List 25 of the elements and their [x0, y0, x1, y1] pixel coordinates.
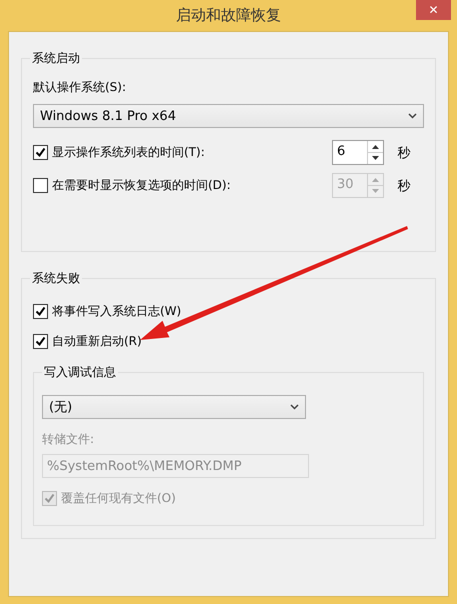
unit-label: 秒: [396, 178, 412, 194]
field-label: 转储文件:: [42, 431, 96, 448]
field-label: 默认操作系统(S):: [33, 79, 128, 96]
number-spinner[interactable]: 6: [332, 140, 384, 165]
os-dropdown[interactable]: Windows 8.1 Pro x64: [33, 104, 424, 128]
group-title: 写入调试信息: [42, 364, 118, 381]
checkbox-label: 覆盖任何现有文件(O): [61, 490, 176, 507]
checkbox-label: 显示操作系统列表的时间(T):: [52, 144, 205, 161]
checkmark-icon: [44, 493, 55, 504]
window-title: 启动和故障恢复: [176, 6, 281, 25]
unit-label: 秒: [396, 144, 412, 162]
checkbox[interactable]: [33, 145, 48, 160]
checkmark-icon: [35, 306, 46, 317]
checkbox-label: 在需要时显示恢复选项的时间(D):: [52, 177, 231, 194]
checkmark-icon: [35, 147, 46, 158]
checkbox-label: 自动重新启动(R): [52, 333, 142, 350]
group-title: 系统失败: [30, 270, 82, 287]
checkmark-icon: [35, 336, 46, 347]
checkbox-label: 将事件写入系统日志(W): [52, 303, 182, 320]
chevron-down-icon: [408, 113, 417, 119]
checkbox[interactable]: [33, 334, 48, 349]
close-button[interactable]: ✕: [416, 0, 451, 20]
checkbox[interactable]: [33, 304, 48, 319]
chevron-down-icon: [290, 404, 299, 410]
group-title: 系统启动: [30, 50, 82, 67]
